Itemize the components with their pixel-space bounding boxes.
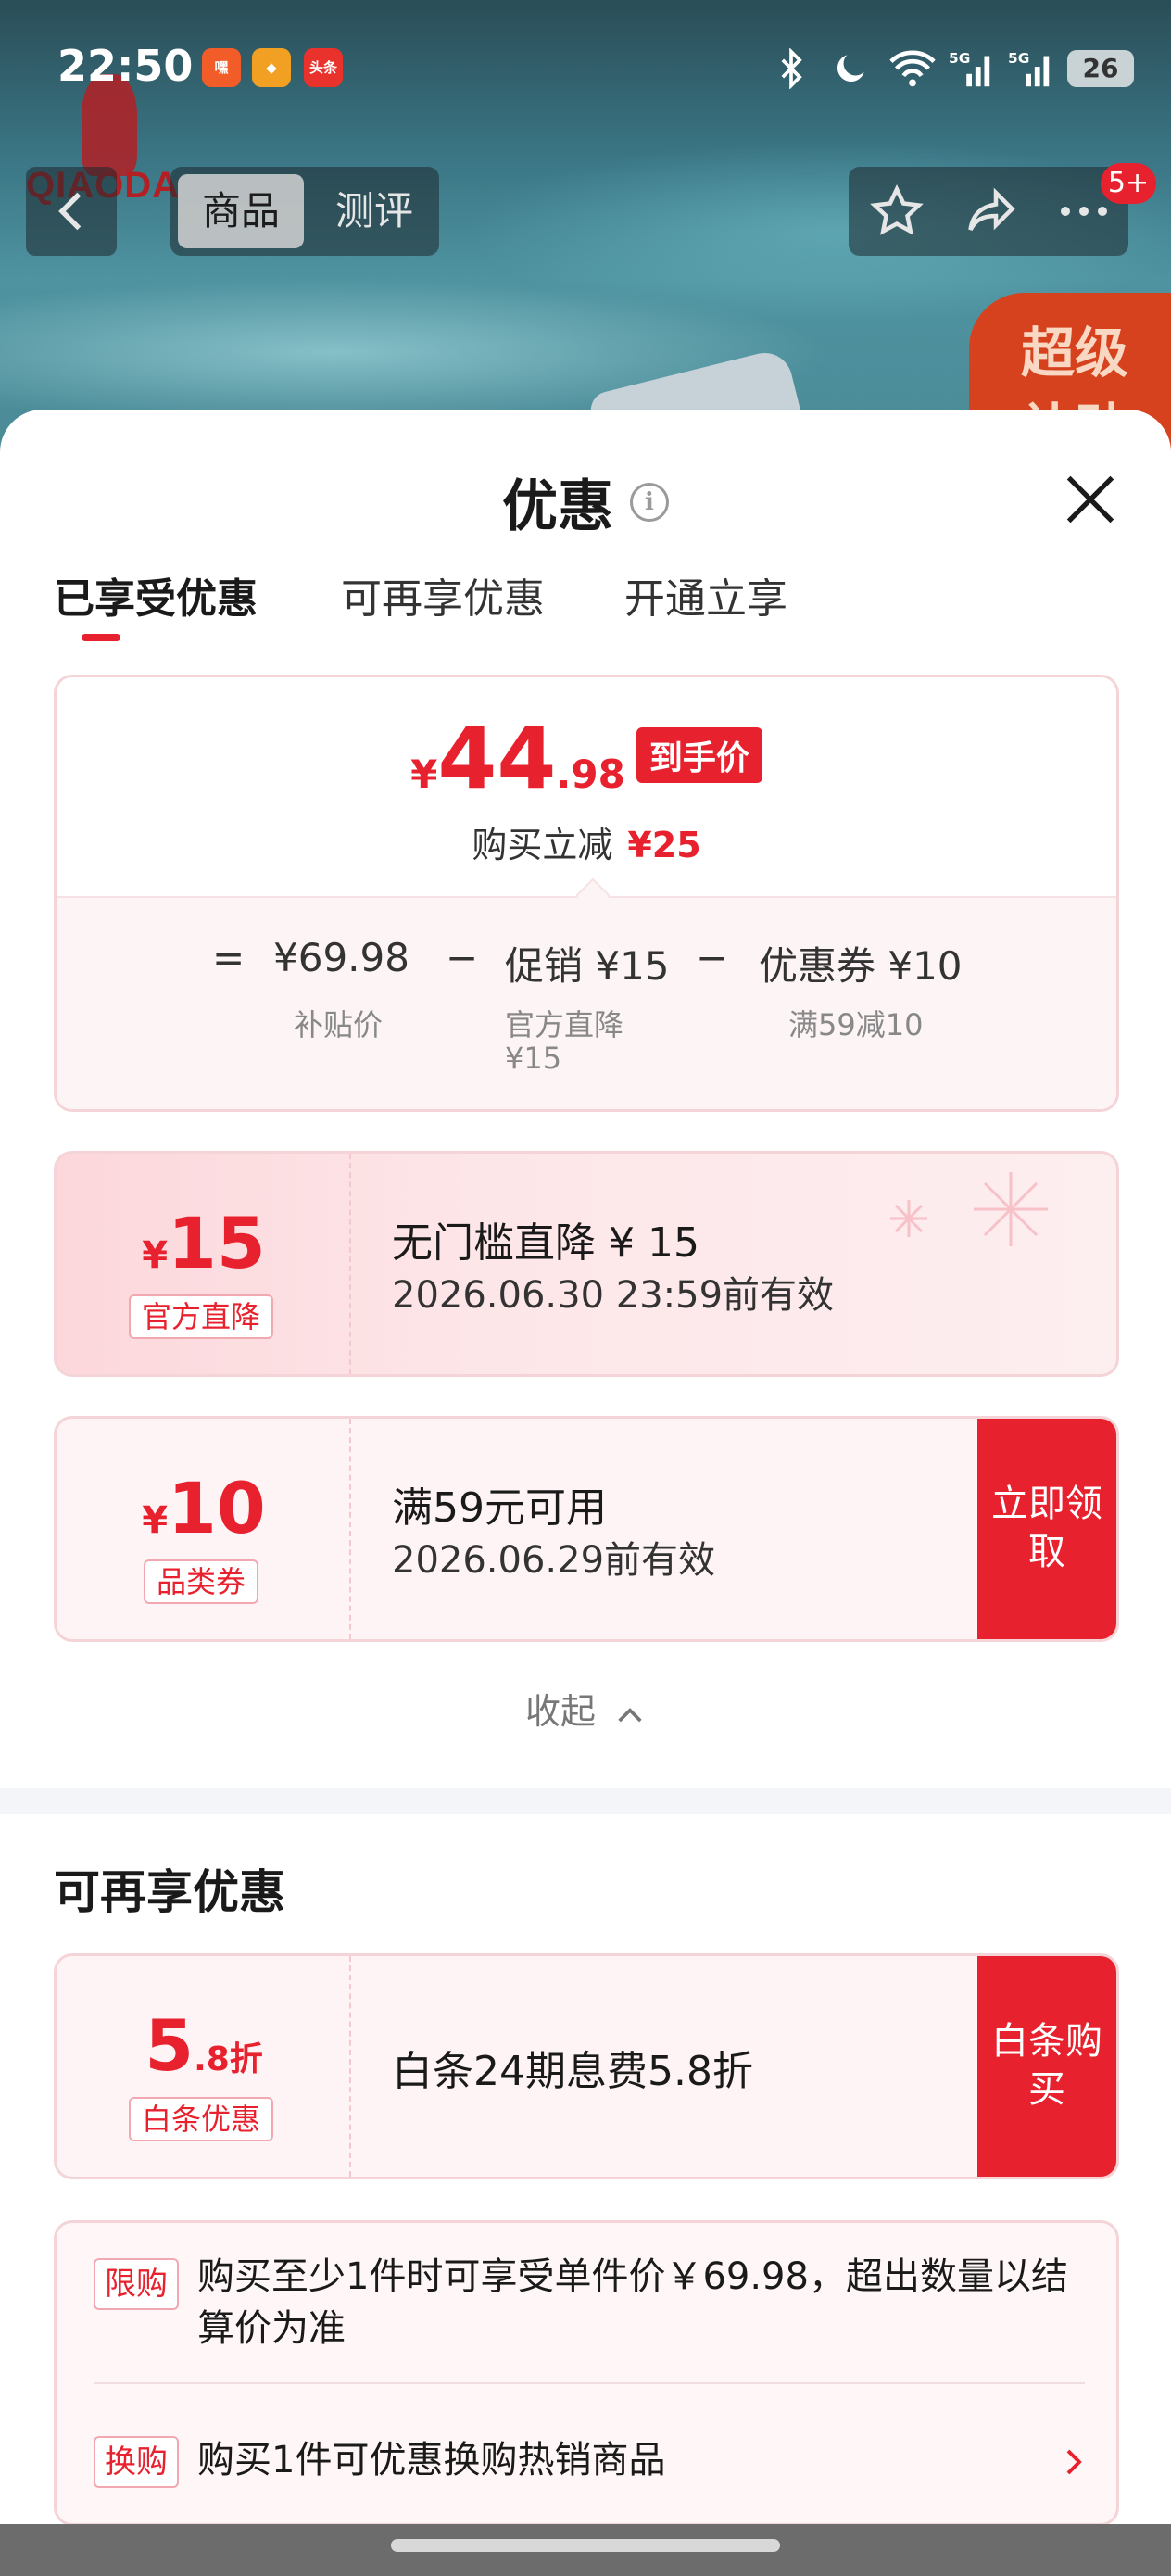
coupon-amount: ¥10 bbox=[57, 1467, 351, 1549]
goods-review-switch: 商品 测评 bbox=[170, 167, 439, 256]
discount-sheet: 优惠 i 已享受优惠 可再享优惠 开通立享 ¥44.98 到手价 购买立减 ¥25 =… bbox=[0, 410, 1171, 2576]
app-icon-2: ◆ bbox=[252, 48, 291, 87]
favorite-star-icon[interactable] bbox=[869, 183, 925, 239]
rule-divider bbox=[94, 2382, 1085, 2384]
discount-rate-suffix: .8折 bbox=[194, 2040, 263, 2078]
bluetooth-icon bbox=[771, 47, 812, 90]
status-time: 22:50 bbox=[57, 41, 194, 91]
chevron-left-icon bbox=[58, 192, 82, 231]
section-separator bbox=[0, 1788, 1171, 1814]
coupon-official-discount: ¥15 官方直降 无门槛直降 ¥ 15 2026.06.30 23:59前有效 bbox=[54, 1151, 1119, 1377]
coupon-value: 15 bbox=[168, 1202, 266, 1284]
tab-enjoyed-discounts[interactable]: 已享受优惠 bbox=[54, 565, 258, 625]
coupon-category: ¥10 品类券 满59元可用 2026.06.29前有效 立即领取 bbox=[54, 1416, 1119, 1642]
exchange-tag: 换购 bbox=[94, 2436, 179, 2488]
coupon-currency: ¥ bbox=[142, 1499, 169, 1542]
home-indicator[interactable] bbox=[391, 2539, 780, 2552]
instant-discount: 购买立减 ¥25 bbox=[57, 816, 1116, 867]
tab-activate-discounts[interactable]: 开通立享 bbox=[624, 565, 787, 625]
exchange-rule-text[interactable]: 购买1件可优惠换购热销商品 bbox=[197, 2434, 1087, 2486]
baitiao-discount-rate: 5.8折 bbox=[57, 2004, 351, 2087]
close-button[interactable] bbox=[1058, 467, 1123, 532]
price-decimal: .98 bbox=[556, 751, 625, 797]
back-button[interactable] bbox=[26, 167, 117, 256]
formula-minus: − bbox=[696, 935, 729, 980]
firework-decoration bbox=[890, 1172, 1048, 1246]
baitiao-title: 白条24期息费5.8折 bbox=[392, 2048, 753, 2095]
nav-action-group bbox=[849, 167, 1128, 256]
svg-text:5G: 5G bbox=[949, 50, 970, 67]
svg-text:5G: 5G bbox=[1008, 50, 1029, 67]
price-breakdown-card: ¥44.98 到手价 购买立减 ¥25 = ¥69.98 − 促销 ¥15 − 优惠… bbox=[54, 675, 1119, 1112]
wifi-icon bbox=[889, 48, 936, 89]
chevron-right-icon[interactable] bbox=[1063, 2445, 1085, 2482]
coupon-type-tag: 白条优惠 bbox=[129, 2097, 274, 2141]
info-icon[interactable]: i bbox=[630, 482, 669, 522]
status-icons: 5G 5G 26 bbox=[771, 41, 1134, 96]
promo-label: 官方直降 bbox=[505, 1007, 624, 1042]
app-icon-3: 头条 bbox=[304, 48, 343, 87]
instant-discount-label: 购买立减 bbox=[472, 825, 613, 865]
formula-base-price: ¥69.98 bbox=[273, 935, 409, 980]
price-integer: 44 bbox=[437, 709, 557, 808]
share-icon[interactable] bbox=[963, 183, 1019, 239]
battery-indicator: 26 bbox=[1067, 50, 1134, 87]
formula-coupon: 优惠券 ¥10 bbox=[759, 943, 963, 989]
formula-minus: − bbox=[446, 935, 479, 980]
formula-equals: = bbox=[212, 935, 246, 980]
final-price-section: ¥44.98 到手价 购买立减 ¥25 bbox=[57, 677, 1116, 896]
discount-rate-integer: 5 bbox=[145, 2004, 195, 2087]
coupon-currency: ¥ bbox=[142, 1234, 169, 1277]
price-currency: ¥ bbox=[410, 751, 438, 797]
promo-amount-label: ¥15 bbox=[505, 1041, 562, 1076]
do-not-disturb-moon-icon bbox=[830, 48, 871, 89]
coupon-amount-area: ¥15 官方直降 bbox=[57, 1154, 351, 1374]
coupon-title: 满59元可用 bbox=[392, 1484, 607, 1532]
formula-promo: 促销 ¥15 bbox=[505, 943, 670, 989]
collapse-label: 收起 bbox=[524, 1691, 596, 1732]
baitiao-discount-card: 5.8折 白条优惠 白条24期息费5.8折 白条购买 bbox=[54, 1953, 1119, 2179]
coupon-amount-area: 5.8折 白条优惠 bbox=[57, 1956, 351, 2177]
sheet-title: 优惠 bbox=[502, 474, 613, 539]
instant-discount-value: ¥25 bbox=[627, 825, 701, 865]
coupon-title: 无门槛直降 ¥ 15 bbox=[392, 1219, 699, 1267]
signal-5g-icon: 5G bbox=[949, 48, 990, 89]
tab-more-discounts[interactable]: 可再享优惠 bbox=[341, 565, 545, 625]
sheet-header: 优惠 i bbox=[0, 461, 1171, 542]
final-price-tag: 到手价 bbox=[636, 727, 762, 783]
final-price: ¥44.98 到手价 bbox=[57, 709, 1116, 808]
limit-tag: 限购 bbox=[94, 2258, 179, 2310]
claim-coupon-button[interactable]: 立即领取 bbox=[977, 1419, 1116, 1639]
purchase-rules-card: 限购 购买至少1件时可享受单件价￥69.98，超出数量以结算价为准 换购 购买1… bbox=[54, 2220, 1119, 2526]
base-price-label: 补贴价 bbox=[294, 1007, 384, 1042]
limit-rule-text: 购买至少1件时可享受单件价￥69.98，超出数量以结算价为准 bbox=[197, 2255, 1068, 2350]
coupon-rule-label: 满59减10 bbox=[788, 1007, 924, 1042]
collapse-toggle[interactable]: 收起 bbox=[0, 1683, 1171, 1734]
coupon-amount-area: ¥10 品类券 bbox=[57, 1419, 351, 1639]
coupon-validity: 2026.06.30 23:59前有效 bbox=[392, 1274, 835, 1317]
active-tab-indicator bbox=[82, 634, 120, 641]
price-formula-section: = ¥69.98 − 促销 ¥15 − 优惠券 ¥10 补贴价 官方直降 ¥15… bbox=[57, 896, 1116, 1109]
coupon-type-tag: 官方直降 bbox=[129, 1294, 274, 1339]
app-icon-1: 嘿 bbox=[202, 48, 241, 87]
close-icon bbox=[1066, 475, 1114, 524]
coupon-type-tag: 品类券 bbox=[144, 1559, 259, 1604]
baitiao-buy-button[interactable]: 白条购买 bbox=[977, 1956, 1116, 2177]
tab-goods[interactable]: 商品 bbox=[178, 174, 304, 248]
coupon-value: 10 bbox=[168, 1467, 266, 1549]
signal-5g-icon: 5G bbox=[1008, 48, 1050, 89]
message-count-badge: 5+ bbox=[1101, 163, 1156, 204]
coupon-amount: ¥15 bbox=[57, 1202, 351, 1284]
chevron-up-icon bbox=[618, 1707, 642, 1722]
coupon-validity: 2026.06.29前有效 bbox=[392, 1539, 716, 1582]
more-discounts-title: 可再享优惠 bbox=[54, 1865, 285, 1919]
tab-reviews[interactable]: 测评 bbox=[319, 174, 430, 248]
status-bar: 22:50 嘿 ◆ 头条 5G 5G 26 bbox=[0, 0, 1171, 139]
